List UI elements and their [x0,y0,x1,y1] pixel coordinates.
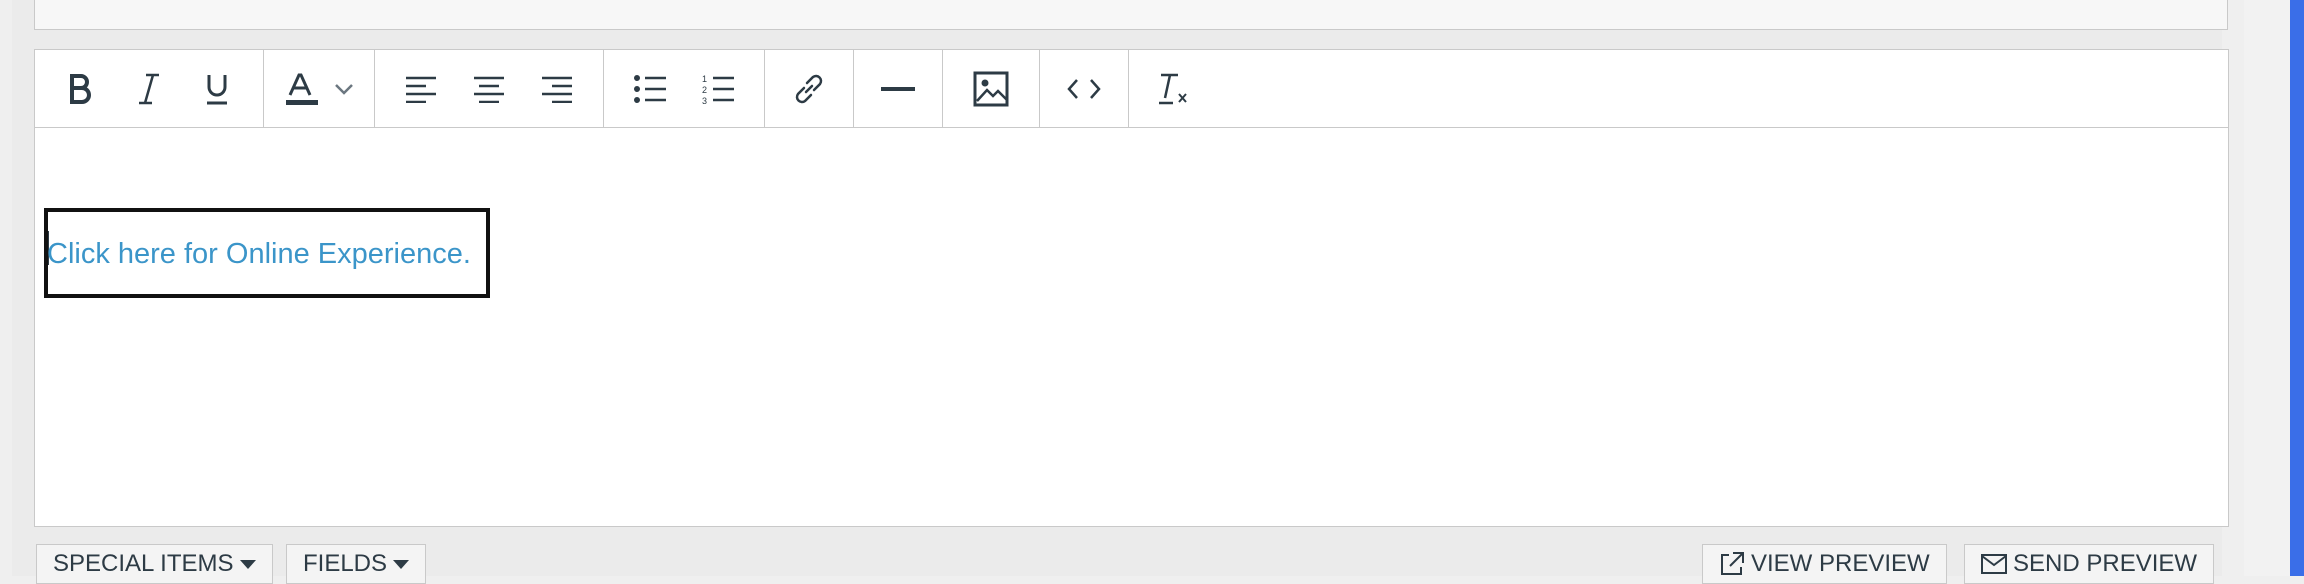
numbered-list-button[interactable]: 123 [684,50,752,127]
bullet-list-icon [634,74,666,103]
link-button[interactable] [775,50,843,127]
clear-formatting-button[interactable] [1139,50,1207,127]
bullet-list-button[interactable] [616,50,684,127]
special-items-button[interactable]: SPECIAL ITEMS [36,544,273,584]
italic-icon [139,73,159,104]
special-items-label: SPECIAL ITEMS [53,550,234,577]
html-code-icon [1067,78,1101,99]
horizontal-rule-icon [881,86,915,91]
send-preview-label: SEND PREVIEW [2013,550,2198,577]
underline-icon [207,74,227,104]
send-preview-button[interactable]: SEND PREVIEW [1964,544,2215,584]
svg-text:2: 2 [702,85,707,95]
italic-button[interactable] [115,50,183,127]
online-experience-link[interactable]: Click here for Online Experience. [47,238,471,271]
view-preview-label: VIEW PREVIEW [1751,550,1930,577]
link-group [765,50,854,127]
align-center-icon [474,76,504,103]
alignment-group [375,50,604,127]
text-color-button[interactable] [274,50,364,127]
svg-text:1: 1 [702,74,707,84]
right-gutter [2244,0,2290,576]
rich-text-editor: 123 Click here for Online Experience. [34,49,2229,527]
chevron-down-icon [239,559,256,569]
envelope-icon [1981,554,2007,574]
html-code-button[interactable] [1050,50,1118,127]
link-icon [795,74,823,103]
underline-button[interactable] [183,50,251,127]
image-group [943,50,1040,127]
image-icon [973,71,1009,106]
align-center-button[interactable] [455,50,523,127]
align-left-icon [406,76,436,103]
clear-formatting-icon [1159,73,1187,104]
list-group: 123 [604,50,765,127]
svg-text:3: 3 [702,96,707,105]
text-color-icon [286,73,353,105]
view-preview-button[interactable]: VIEW PREVIEW [1702,544,1947,584]
previous-panel [34,0,2228,30]
editor-content[interactable] [35,128,2228,526]
bold-button[interactable] [47,50,115,127]
fields-button[interactable]: FIELDS [286,544,427,584]
code-group [1040,50,1129,127]
bold-icon [70,73,91,104]
align-right-button[interactable] [523,50,591,127]
clear-format-group [1129,50,1217,127]
external-link-icon [1721,552,1744,575]
format-group [35,50,264,127]
align-left-button[interactable] [387,50,455,127]
editor-toolbar: 123 [35,50,2228,128]
window-edge-scrollbar[interactable] [2290,0,2304,576]
image-button[interactable] [957,50,1025,127]
align-right-icon [542,76,572,103]
chevron-down-icon [393,559,410,569]
fields-label: FIELDS [303,550,388,577]
text-color-group [264,50,375,127]
hr-group [854,50,943,127]
numbered-list-icon: 123 [702,74,734,105]
horizontal-rule-button[interactable] [864,50,932,127]
